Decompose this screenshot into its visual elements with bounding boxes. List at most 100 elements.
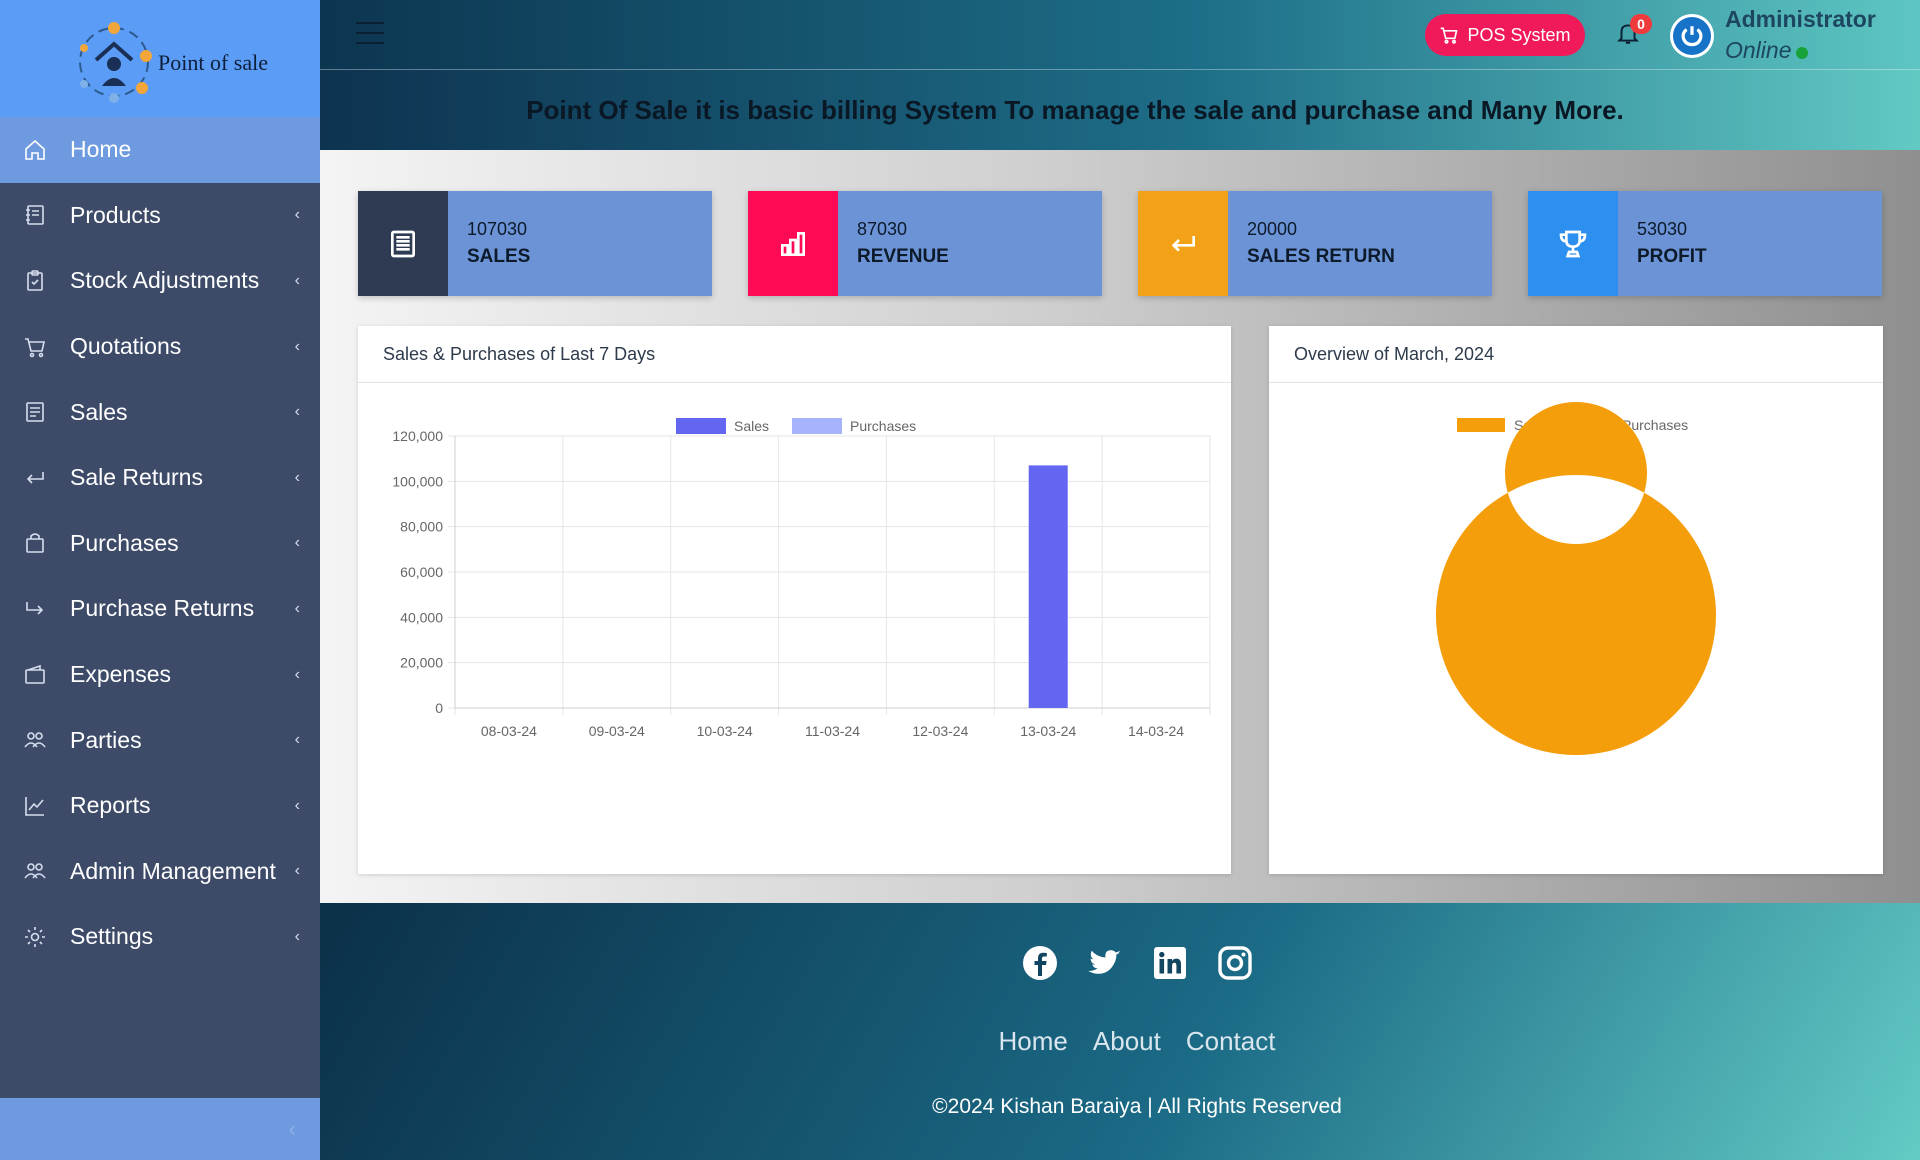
x-tick-label: 12-03-24 [912,723,968,739]
collapse-chevron-icon[interactable]: ‹ [289,1116,296,1142]
footer-links: Home About Contact [337,1026,1920,1057]
stat-label: SALES [467,246,531,267]
sidebar-collapse-bar: ‹ [0,1098,320,1160]
twitter-icon[interactable] [1087,945,1123,981]
clipboard-icon [22,268,48,294]
chevron-left-icon: ‹ [294,403,300,421]
stat-label: SALES RETURN [1247,246,1395,267]
sidebar-item-settings[interactable]: Settings ‹ [0,904,320,970]
users-icon [22,727,48,753]
bar-sales [1028,465,1068,708]
chevron-left-icon: ‹ [294,206,300,224]
y-tick-label: 40,000 [400,609,443,625]
x-tick-label: 08-03-24 [481,723,537,739]
sales-purchases-bar-chart: Sales Purchases 0 20,000 40,000 60,000 80,000 1… [392,418,1211,739]
sidebar-item-label: Sales [70,398,128,425]
sidebar-item-label: Purchases [70,529,179,556]
user-status: Online [1725,37,1809,64]
sidebar-item-sales[interactable]: Sales ‹ [0,379,320,445]
chart-card-title: Sales & Purchases of Last 7 Days [358,326,1231,383]
sidebar-item-expenses[interactable]: Expenses ‹ [0,642,320,708]
stat-card-profit: 53030 PROFIT [1528,191,1882,296]
chevron-left-icon: ‹ [294,534,300,552]
sidebar-item-purchase-returns[interactable]: Purchase Returns ‹ [0,576,320,642]
sidebar-item-purchases[interactable]: Purchases ‹ [0,511,320,577]
footer-link-home[interactable]: Home [999,1026,1068,1057]
sidebar-item-admin-management[interactable]: Admin Management ‹ [0,839,320,905]
notification-badge: 0 [1630,14,1652,34]
user-name[interactable]: Administrator [1725,6,1876,33]
sidebar-menu: Home Products ‹ Stock Adjustments ‹ Quot… [0,117,320,970]
sidebar-item-label: Sale Returns [70,464,203,491]
avatar[interactable] [1670,14,1714,58]
footer: Home About Contact ©2024 Kishan Baraiya … [320,903,1920,1160]
y-tick-label: 80,000 [400,519,443,535]
legend-label: Sales [734,418,769,434]
bar-chart-icon [748,191,838,296]
cart-icon [1441,27,1459,44]
stat-card-sales: 107030 SALES [358,191,712,296]
stat-card-revenue: 87030 REVENUE [748,191,1102,296]
x-tick-label: 13-03-24 [1020,723,1076,739]
pos-system-label: POS System [1467,24,1571,45]
x-tick-label: 11-03-24 [805,723,860,739]
footer-link-about[interactable]: About [1093,1026,1161,1057]
sidebar-item-sale-returns[interactable]: Sale Returns ‹ [0,445,320,511]
sidebar-item-label: Quotations [70,333,182,360]
chart-line-icon [22,793,48,819]
bag-icon [22,530,48,556]
sidebar-item-label: Settings [70,923,154,950]
sidebar: Point of sale Home Products ‹ Stock Adju… [0,0,320,1160]
chevron-left-icon: ‹ [294,665,300,683]
sidebar-item-home[interactable]: Home [0,117,320,183]
sidebar-item-quotations[interactable]: Quotations ‹ [0,314,320,380]
sidebar-item-products[interactable]: Products ‹ [0,183,320,249]
x-tick-label: 09-03-24 [589,723,645,739]
sidebar-item-label: Admin Management [70,857,276,884]
y-tick-label: 0 [435,700,443,716]
sidebar-item-label: Purchase Returns [70,595,255,622]
legend-swatch [792,418,842,434]
sidebar-item-label: Reports [70,792,151,819]
products-icon [22,202,48,228]
power-icon [1681,26,1703,47]
hamburger-menu-icon[interactable] [356,22,384,44]
forward-return-icon [22,596,48,622]
brand-logo[interactable]: Point of sale [0,0,320,117]
chevron-left-icon: ‹ [294,796,300,814]
user-status-label: Online [1725,37,1792,63]
stat-value: 20000 [1247,219,1298,239]
return-icon [22,465,48,491]
banner-text: Point Of Sale it is basic billing System… [526,94,1624,125]
sidebar-item-parties[interactable]: Parties ‹ [0,707,320,773]
sidebar-item-label: Stock Adjustments [70,267,260,294]
cart-icon [22,334,48,360]
stat-label: PROFIT [1637,246,1707,267]
instagram-icon[interactable] [1217,945,1253,981]
legend-swatch [1457,418,1505,432]
stat-label: REVENUE [857,246,949,267]
pos-system-button[interactable]: POS System [1425,14,1585,56]
x-tick-label: 14-03-24 [1128,723,1184,739]
sidebar-item-reports[interactable]: Reports ‹ [0,773,320,839]
chart-card-title: Overview of March, 2024 [1269,326,1883,383]
facebook-icon[interactable] [1022,945,1058,981]
wallet-icon [22,662,48,688]
dashboard-main: 107030 SALES 87030 REVENUE 20000 SALES R… [320,150,1920,903]
stat-value: 53030 [1637,219,1688,239]
footer-link-contact[interactable]: Contact [1186,1026,1276,1057]
pos-logo-icon [79,21,152,103]
stat-value: 87030 [857,219,908,239]
return-arrow-icon [1138,191,1228,296]
receipt-icon [22,399,48,425]
donut-slice-sales [1435,402,1716,755]
sidebar-item-stock-adjustments[interactable]: Stock Adjustments ‹ [0,248,320,314]
overview-chart-card: Overview of March, 2024 SalesPurchasesEx… [1269,326,1883,874]
page-banner: Point Of Sale it is basic billing System… [320,70,1920,150]
stat-value: 107030 [467,219,528,239]
chevron-left-icon: ‹ [294,599,300,617]
linkedin-icon[interactable] [1152,945,1188,981]
chevron-left-icon: ‹ [294,862,300,880]
x-tick-label: 10-03-24 [697,723,753,739]
chevron-left-icon: ‹ [294,271,300,289]
